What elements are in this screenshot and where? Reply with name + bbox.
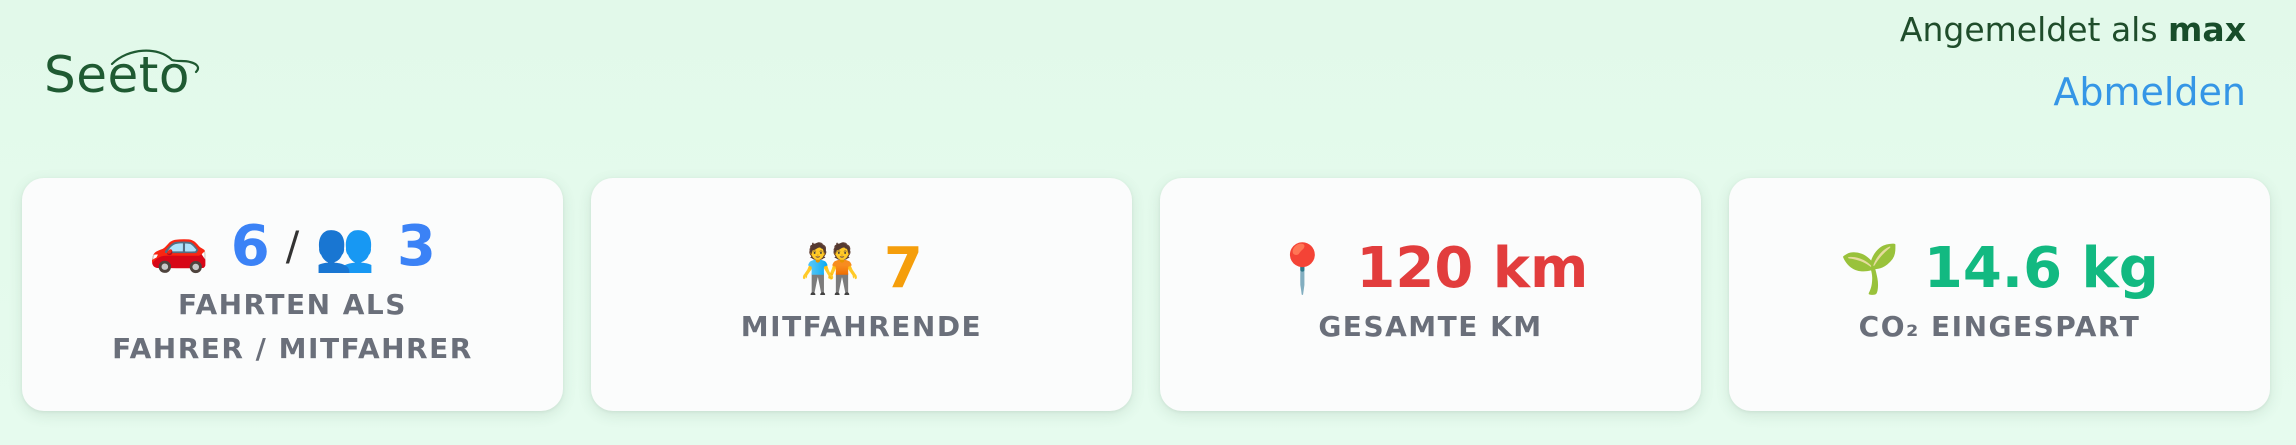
copassengers-label: MITFAHRENDE — [740, 309, 983, 343]
copassengers-value: 7 — [883, 235, 923, 301]
login-status: Angemeldet als max — [1900, 8, 2246, 52]
distance-value: 120 km — [1356, 235, 1589, 301]
stat-card-trips: 🚗 6 / 👥 3 FAHRTEN ALS FAHRER / MITFAHRER — [22, 178, 563, 411]
trips-label: FAHRTEN ALS FAHRER / MITFAHRER — [112, 283, 473, 371]
stat-card-distance: 📍 120 km GESAMTE KM — [1160, 178, 1701, 411]
auth-panel: Angemeldet als max Abmelden — [1900, 8, 2246, 114]
logout-link[interactable]: Abmelden — [2053, 70, 2246, 114]
trips-separator: / — [285, 223, 300, 270]
distance-label: GESAMTE KM — [1318, 309, 1543, 343]
passenger-trips-value: 3 — [397, 213, 436, 279]
username: max — [2168, 10, 2246, 49]
people-icon: 👥 — [315, 218, 375, 275]
co2-value: 14.6 kg — [1923, 235, 2159, 301]
brand-logo[interactable]: Seeto — [44, 46, 204, 110]
car-swoosh-icon — [110, 49, 200, 74]
co2-label: CO₂ EINGESPART — [1858, 309, 2141, 343]
seedling-icon: 🌱 — [1840, 240, 1900, 297]
trips-label-line1: FAHRTEN ALS — [178, 287, 407, 321]
trips-label-line2: FAHRER / MITFAHRER — [112, 331, 473, 365]
stat-card-copassengers: 🧑‍🤝‍🧑 7 MITFAHRENDE — [591, 178, 1132, 411]
login-status-prefix: Angemeldet als — [1899, 10, 2158, 49]
stats-cards: 🚗 6 / 👥 3 FAHRTEN ALS FAHRER / MITFAHRER… — [22, 178, 2270, 411]
stat-card-co2: 🌱 14.6 kg CO₂ EINGESPART — [1729, 178, 2270, 411]
two-people-icon: 🧑‍🤝‍🧑 — [800, 240, 860, 297]
car-icon: 🚗 — [149, 218, 209, 275]
map-pin-icon: 📍 — [1272, 240, 1333, 297]
driver-trips-value: 6 — [230, 213, 270, 279]
